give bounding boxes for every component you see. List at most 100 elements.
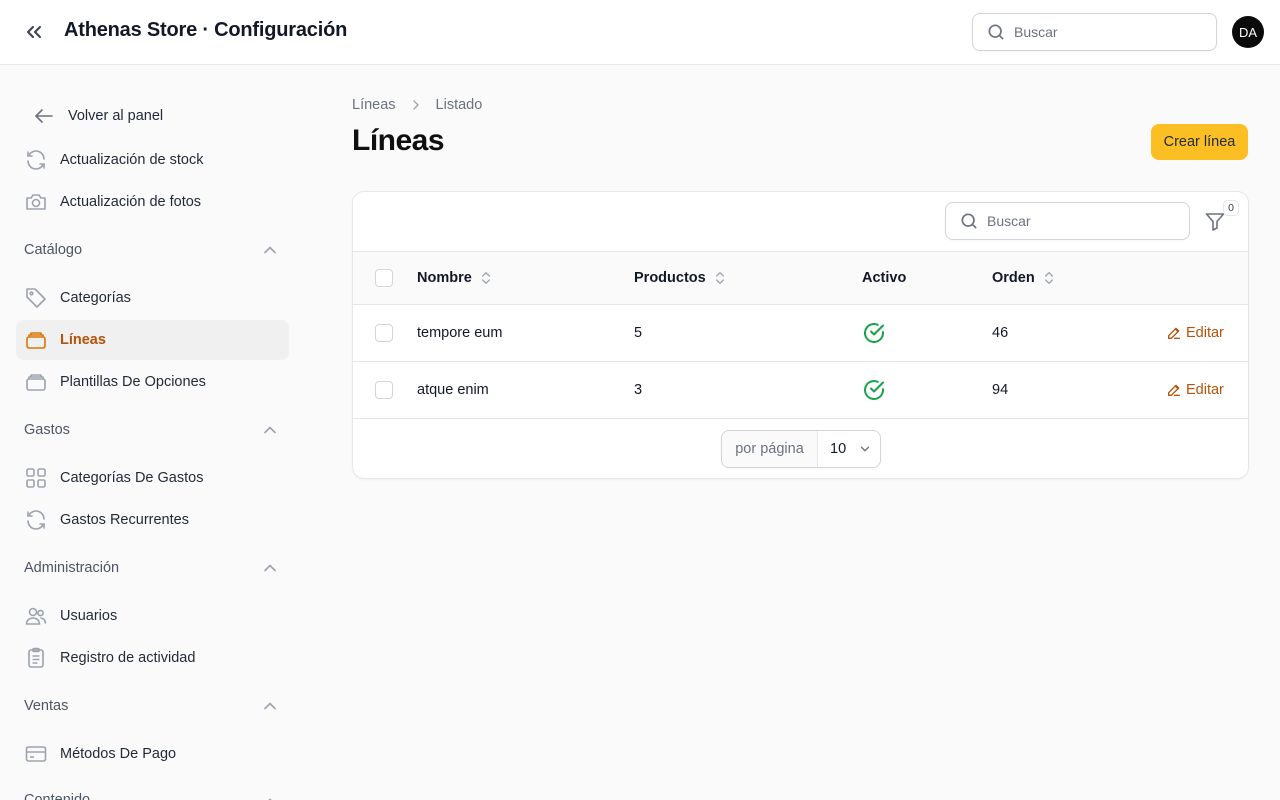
row-checkbox[interactable] <box>375 381 393 399</box>
chevron-down-icon <box>858 442 872 456</box>
column-header-nombre[interactable]: Nombre <box>417 252 494 304</box>
check-circle-icon <box>862 321 886 345</box>
sidebar: Volver al panel Actualización de stock A… <box>0 65 305 800</box>
group-label-contenido: Contenido <box>24 792 91 800</box>
sidebar-item-label: Categorías De Gastos <box>60 470 204 486</box>
table-row: atque enim 3 94 Editar <box>353 362 1248 419</box>
chevron-up-icon[interactable] <box>260 792 280 800</box>
column-label: Nombre <box>417 270 472 286</box>
per-page-select[interactable]: 10 <box>818 431 880 467</box>
grid-icon <box>24 466 48 490</box>
sidebar-item-label: Actualización de fotos <box>60 194 202 210</box>
cell-productos: 5 <box>634 325 643 341</box>
sidebar-item-categorias[interactable]: Categorías <box>16 278 289 318</box>
edit-label: Editar <box>1186 382 1224 398</box>
sidebar-item-label: Actualización de stock <box>60 152 204 168</box>
global-search-input[interactable] <box>1014 24 1194 40</box>
edit-button[interactable]: Editar <box>1166 362 1224 418</box>
table-search[interactable] <box>945 202 1190 240</box>
chevron-up-icon[interactable] <box>260 240 280 260</box>
cell-orden: 46 <box>992 325 1009 341</box>
users-icon <box>24 604 48 628</box>
sidebar-item-registro-actividad[interactable]: Registro de actividad <box>16 638 289 678</box>
breadcrumb-link-lineas[interactable]: Líneas <box>352 97 396 113</box>
search-icon <box>959 211 979 231</box>
sidebar-item-label: Gastos Recurrentes <box>60 512 189 528</box>
chevron-up-icon[interactable] <box>260 420 280 440</box>
sidebar-item-lineas[interactable]: Líneas <box>16 320 289 360</box>
per-page-value: 10 <box>830 441 847 457</box>
table-search-input[interactable] <box>987 213 1167 229</box>
refresh-icon <box>24 148 48 172</box>
sort-icon[interactable] <box>712 270 728 286</box>
sidebar-item-metodos-pago[interactable]: Métodos De Pago <box>16 734 289 774</box>
cell-orden: 94 <box>992 382 1009 398</box>
sidebar-item-label: Volver al panel <box>68 108 164 124</box>
cell-nombre: tempore eum <box>417 325 503 341</box>
column-label: Productos <box>634 270 706 286</box>
table-header: Nombre Productos Activo Orden <box>353 251 1248 305</box>
sidebar-item-gastos-recurrentes[interactable]: Gastos Recurrentes <box>16 500 289 540</box>
per-page-control: por página 10 <box>721 430 881 468</box>
per-page-label: por página <box>722 431 818 467</box>
clipboard-icon <box>24 646 48 670</box>
column-label: Orden <box>992 270 1035 286</box>
create-line-button[interactable]: Crear línea <box>1151 124 1248 160</box>
group-label-ventas: Ventas <box>24 698 69 714</box>
edit-button[interactable]: Editar <box>1166 305 1224 361</box>
sidebar-item-plantillas[interactable]: Plantillas De Opciones <box>16 362 289 402</box>
sort-icon[interactable] <box>478 270 494 286</box>
edit-label: Editar <box>1186 325 1224 341</box>
breadcrumb: Líneas Listado <box>352 97 482 113</box>
sidebar-item-stock-update[interactable]: Actualización de stock <box>16 140 289 180</box>
sidebar-item-categorias-gastos[interactable]: Categorías De Gastos <box>16 458 289 498</box>
refresh-icon <box>24 508 48 532</box>
pencil-icon <box>1166 325 1182 341</box>
group-label-catalogo: Catálogo <box>24 242 83 258</box>
cell-activo <box>862 362 886 418</box>
global-search[interactable] <box>972 13 1217 51</box>
group-label-gastos: Gastos <box>24 422 70 438</box>
cell-productos: 3 <box>634 382 643 398</box>
collapse-sidebar-icon[interactable] <box>22 20 46 44</box>
credit-card-icon <box>24 742 48 766</box>
search-icon <box>986 22 1006 42</box>
select-all-checkbox[interactable] <box>375 269 393 287</box>
column-label: Activo <box>862 270 907 286</box>
chevron-up-icon[interactable] <box>260 558 280 578</box>
sort-icon[interactable] <box>1041 270 1057 286</box>
sidebar-item-back-to-panel[interactable]: Volver al panel <box>16 96 289 136</box>
group-label-administracion: Administración <box>24 560 120 576</box>
chevron-right-icon <box>408 97 424 113</box>
user-avatar[interactable]: DA <box>1232 16 1264 48</box>
arrow-left-icon <box>32 104 56 128</box>
top-bar: Athenas Store · Configuración DA <box>0 0 1280 65</box>
sidebar-item-usuarios[interactable]: Usuarios <box>16 596 289 636</box>
sidebar-item-label: Categorías <box>60 290 131 306</box>
tag-icon <box>24 286 48 310</box>
check-circle-icon <box>862 378 886 402</box>
sidebar-item-label: Métodos De Pago <box>60 746 177 762</box>
cell-activo <box>862 305 886 361</box>
row-checkbox[interactable] <box>375 324 393 342</box>
pencil-icon <box>1166 382 1182 398</box>
sidebar-item-label: Plantillas De Opciones <box>60 374 206 390</box>
page-title: Líneas <box>352 124 445 157</box>
table-row: tempore eum 5 46 Editar <box>353 305 1248 362</box>
sidebar-item-label: Líneas <box>60 332 106 348</box>
sidebar-item-label: Usuarios <box>60 608 118 624</box>
column-header-activo: Activo <box>862 252 906 304</box>
filter-count-badge: 0 <box>1223 200 1239 216</box>
stack-icon <box>24 370 48 394</box>
lines-table: 0 Nombre Productos Activo Orden tempore … <box>352 191 1249 479</box>
column-header-productos[interactable]: Productos <box>634 252 728 304</box>
breadcrumb-current: Listado <box>435 97 483 113</box>
sidebar-item-photo-update[interactable]: Actualización de fotos <box>16 182 289 222</box>
chevron-up-icon[interactable] <box>260 696 280 716</box>
cell-nombre: atque enim <box>417 382 489 398</box>
camera-icon <box>24 190 48 214</box>
stack-icon <box>24 328 48 352</box>
app-title: Athenas Store · Configuración <box>64 19 348 41</box>
sidebar-item-label: Registro de actividad <box>60 650 196 666</box>
column-header-orden[interactable]: Orden <box>992 252 1057 304</box>
